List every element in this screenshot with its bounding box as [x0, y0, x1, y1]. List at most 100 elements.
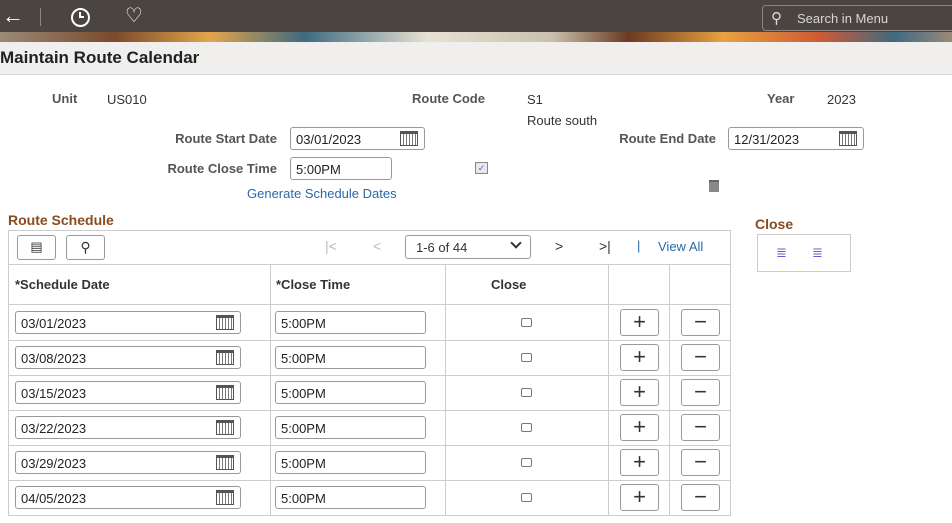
table-row: 03/15/2023 5:00PM + − — [9, 375, 730, 410]
calendar-icon[interactable] — [216, 490, 234, 505]
add-row-button[interactable]: + — [620, 379, 659, 406]
close-time-value: 5:00PM — [281, 386, 326, 401]
delete-row-button[interactable]: − — [681, 484, 720, 511]
close-time-value: 5:00PM — [281, 491, 326, 506]
close-time-input[interactable]: 5:00PM — [275, 451, 426, 474]
schedule-date-input[interactable]: 03/08/2023 — [15, 346, 241, 369]
close-time-input[interactable]: 5:00PM — [275, 346, 426, 369]
add-row-button[interactable]: + — [620, 309, 659, 336]
delete-row-button[interactable]: − — [681, 414, 720, 441]
delete-row-button[interactable]: − — [681, 379, 720, 406]
search-placeholder: Search in Menu — [797, 11, 889, 26]
close-header: Close — [491, 277, 527, 292]
find-search-icon[interactable]: ⚲ — [66, 235, 105, 260]
start-date-value: 03/01/2023 — [296, 132, 362, 147]
route-start-date-input[interactable]: 03/01/2023 — [290, 127, 425, 150]
schedule-date-value: 03/15/2023 — [21, 386, 87, 401]
route-start-date-label: Route Start Date — [175, 131, 277, 146]
close-panel: ≣ ≣ — [757, 234, 851, 272]
personalize-grid-icon[interactable]: ▤ — [17, 235, 56, 260]
route-description: Route south — [527, 113, 598, 128]
schedule-date-input[interactable]: 03/29/2023 — [15, 451, 241, 474]
schedule-date-value: 03/29/2023 — [21, 456, 87, 471]
delete-row-button[interactable]: − — [681, 449, 720, 476]
schedule-date-input[interactable]: 03/15/2023 — [15, 381, 241, 404]
route-schedule-heading: Route Schedule — [8, 212, 114, 228]
delete-row-button[interactable]: − — [681, 344, 720, 371]
close-checkbox[interactable] — [521, 388, 532, 397]
close-time-input[interactable]: 5:00PM — [275, 486, 426, 509]
schedule-date-input[interactable]: 03/01/2023 — [15, 311, 241, 334]
close-checkbox[interactable] — [521, 493, 532, 502]
close-checkbox[interactable] — [521, 423, 532, 432]
calendar-icon[interactable] — [216, 420, 234, 435]
end-date-value: 12/31/2023 — [734, 132, 800, 147]
year-value: 2023 — [827, 92, 856, 107]
calendar-icon[interactable] — [216, 455, 234, 470]
close-time-value: 5:00PM — [281, 316, 326, 331]
route-close-time-input[interactable]: 5:00PM — [290, 157, 392, 180]
close-time-value: 5:00PM — [281, 456, 326, 471]
schedule-date-input[interactable]: 03/22/2023 — [15, 416, 241, 439]
calendar-icon[interactable] — [400, 131, 418, 146]
table-row: 04/05/2023 5:00PM + − — [9, 480, 730, 515]
route-code-value: S1 — [527, 92, 543, 107]
generate-schedule-dates-link[interactable]: Generate Schedule Dates — [247, 186, 397, 201]
calendar-icon[interactable] — [216, 385, 234, 400]
close-time-value: 5:00PM — [296, 162, 341, 177]
view-all-link[interactable]: View All — [658, 239, 703, 254]
close-checkbox[interactable] — [521, 353, 532, 362]
calendar-icon[interactable] — [216, 315, 234, 330]
close-time-input[interactable]: 5:00PM — [275, 381, 426, 404]
deselect-all-icon[interactable]: ≣ — [812, 245, 823, 261]
add-row-button[interactable]: + — [620, 344, 659, 371]
schedule-date-value: 04/05/2023 — [21, 491, 87, 506]
close-time-input[interactable]: 5:00PM — [275, 416, 426, 439]
route-schedule-grid: ▤ ⚲ |< < 1-6 of 44 > >| | View All *Sche… — [8, 230, 731, 516]
page-title: Maintain Route Calendar — [0, 48, 200, 67]
add-row-button[interactable]: + — [620, 414, 659, 441]
close-checkbox[interactable] — [521, 318, 532, 327]
last-page-icon[interactable]: >| — [599, 238, 611, 254]
trash-icon[interactable] — [709, 180, 719, 192]
separator: | — [637, 238, 641, 253]
search-icon: ⚲ — [771, 10, 782, 27]
close-time-header: *Close Time — [276, 277, 351, 292]
page-range-select[interactable]: 1-6 of 44 — [405, 235, 531, 259]
chevron-down-icon — [510, 237, 522, 249]
table-row: 03/22/2023 5:00PM + − — [9, 410, 730, 445]
schedule-date-value: 03/22/2023 — [21, 421, 87, 436]
route-end-date-input[interactable]: 12/31/2023 — [728, 127, 864, 150]
select-all-icon[interactable]: ≣ — [776, 245, 787, 261]
history-icon[interactable] — [71, 8, 90, 27]
calendar-icon[interactable] — [839, 131, 857, 146]
route-end-date-label: Route End Date — [619, 131, 716, 146]
banner-image — [0, 32, 952, 42]
close-panel-heading: Close — [755, 216, 794, 232]
unit-label: Unit — [52, 91, 78, 106]
apply-check-icon[interactable]: ✓ — [475, 162, 488, 174]
calendar-icon[interactable] — [216, 350, 234, 365]
year-label: Year — [767, 91, 795, 106]
add-row-button[interactable]: + — [620, 449, 659, 476]
close-time-value: 5:00PM — [281, 421, 326, 436]
favorites-heart-icon[interactable]: ♡ — [125, 3, 143, 28]
delete-row-button[interactable]: − — [681, 309, 720, 336]
schedule-date-input[interactable]: 04/05/2023 — [15, 486, 241, 509]
next-page-icon[interactable]: > — [555, 238, 563, 254]
page-range-value: 1-6 of 44 — [416, 240, 468, 255]
route-close-time-label: Route Close Time — [167, 161, 277, 176]
close-checkbox[interactable] — [521, 458, 532, 467]
close-time-input[interactable]: 5:00PM — [275, 311, 426, 334]
unit-value: US010 — [107, 92, 147, 107]
route-code-label: Route Code — [412, 91, 485, 106]
first-page-icon[interactable]: |< — [325, 238, 337, 254]
back-arrow-icon[interactable]: ← — [2, 3, 24, 29]
table-row: 03/08/2023 5:00PM + − — [9, 340, 730, 375]
table-row: 03/29/2023 5:00PM + − — [9, 445, 730, 480]
search-input[interactable]: ⚲ Search in Menu — [762, 5, 952, 31]
add-row-button[interactable]: + — [620, 484, 659, 511]
previous-page-icon[interactable]: < — [373, 238, 381, 254]
table-row: 03/01/2023 5:00PM + − — [9, 305, 730, 340]
schedule-date-header: *Schedule Date — [15, 277, 110, 292]
